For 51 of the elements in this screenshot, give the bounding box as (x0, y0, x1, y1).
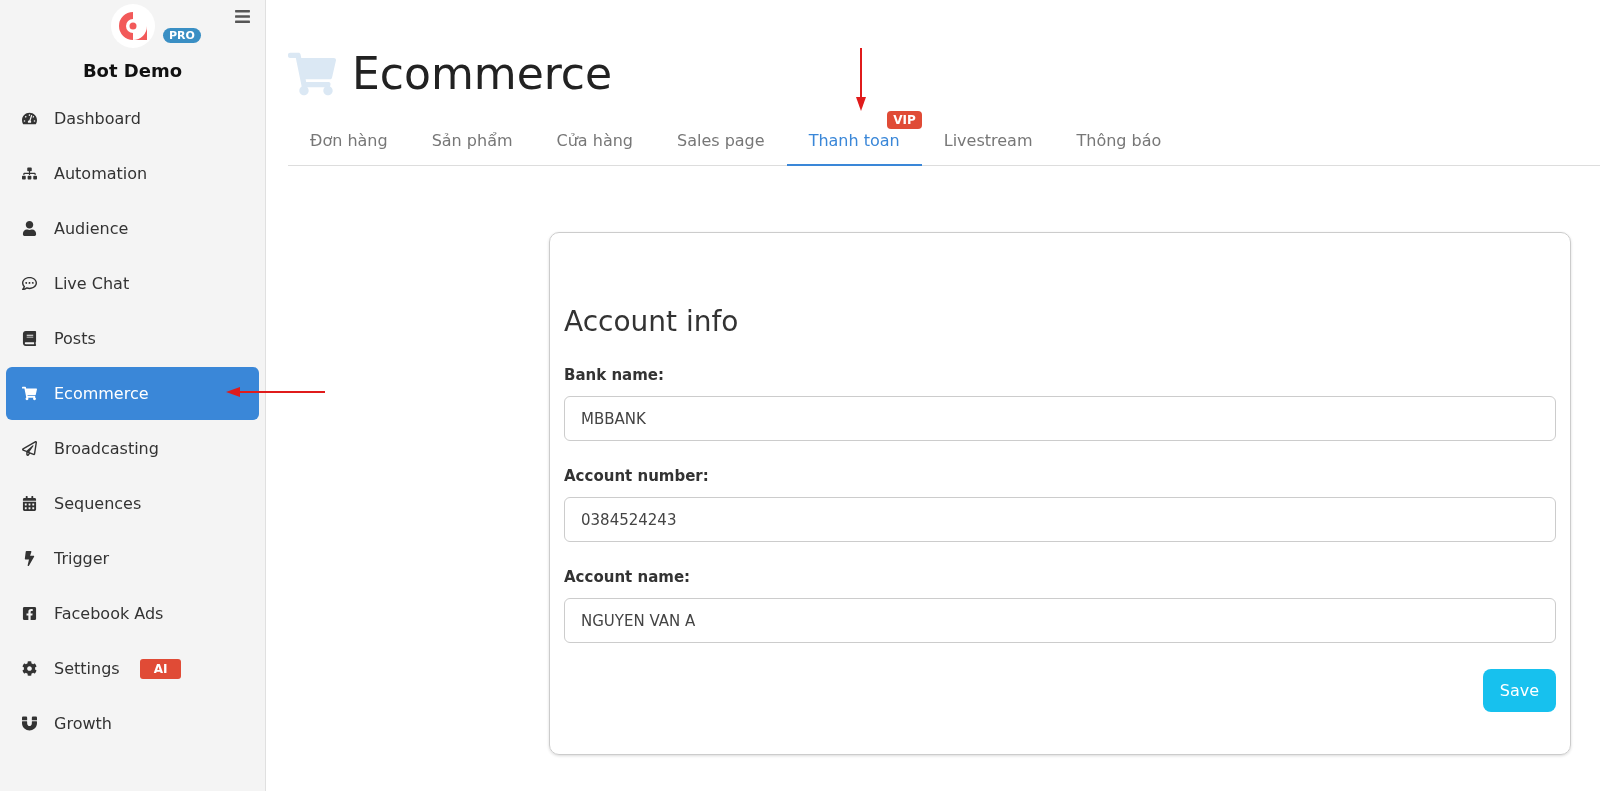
nav-item[interactable]: Growth (6, 697, 259, 750)
nav-label: Ecommerce (54, 384, 149, 403)
input-field[interactable]: 0384524243 (564, 497, 1556, 542)
tab-badge: VIP (887, 111, 922, 129)
input-field[interactable]: MBBANK (564, 396, 1556, 441)
field-label: Bank name: (564, 366, 666, 384)
plan-badge: PRO (163, 28, 201, 43)
nav-item[interactable]: Broadcasting (6, 422, 259, 475)
nav-item[interactable]: Sequences (6, 477, 259, 530)
chat-icon (22, 276, 40, 291)
cart-icon (22, 386, 40, 401)
nav-label: Settings (54, 659, 120, 678)
nav-label: Live Chat (54, 274, 130, 293)
input-field[interactable]: NGUYEN VAN A (564, 598, 1556, 643)
nav-item[interactable]: Trigger (6, 532, 259, 585)
paper-plane-icon (22, 441, 40, 456)
page-title: Ecommerce (352, 48, 613, 99)
tab[interactable]: Cửa hàng (534, 119, 655, 166)
nav-item[interactable]: Settings AI (6, 642, 259, 695)
field-label: Account name: (564, 568, 692, 586)
tab[interactable]: Đơn hàng (288, 119, 410, 166)
nav-label: Facebook Ads (54, 604, 164, 623)
card-title: Account info (564, 305, 740, 338)
nav-label: Posts (54, 329, 96, 348)
tab[interactable]: Thông báo (1054, 119, 1184, 166)
menu-icon[interactable] (234, 8, 251, 25)
nav-item[interactable]: Posts (6, 312, 259, 365)
nav-label: Trigger (54, 549, 110, 568)
sitemap-icon (22, 166, 40, 181)
nav-item[interactable]: Audience (6, 202, 259, 255)
nav-label: Sequences (54, 494, 142, 513)
nav-item[interactable]: Live Chat (6, 257, 259, 310)
nav-label: Dashboard (54, 109, 141, 128)
magnet-icon (22, 716, 40, 731)
nav-label: Automation (54, 164, 148, 183)
nav-label: Broadcasting (54, 439, 159, 458)
nav-label: Audience (54, 219, 129, 238)
nav-badge: AI (139, 658, 182, 679)
gauge-icon (22, 111, 40, 126)
logo-icon (110, 4, 155, 48)
brand-name: Bot Demo (82, 60, 183, 81)
annotation-arrow (855, 48, 867, 111)
tab[interactable]: Livestream (921, 119, 1055, 166)
nav-item[interactable]: Facebook Ads (6, 587, 259, 640)
field-label: Account number: (564, 467, 710, 485)
tab[interactable]: Sales page (655, 119, 787, 166)
nav-item[interactable]: Dashboard (6, 92, 259, 145)
nav-label: Growth (54, 714, 112, 733)
nav-item[interactable]: Automation (6, 147, 259, 200)
tab[interactable]: Sản phẩm (409, 119, 535, 166)
nav-item[interactable]: Ecommerce (6, 367, 259, 420)
